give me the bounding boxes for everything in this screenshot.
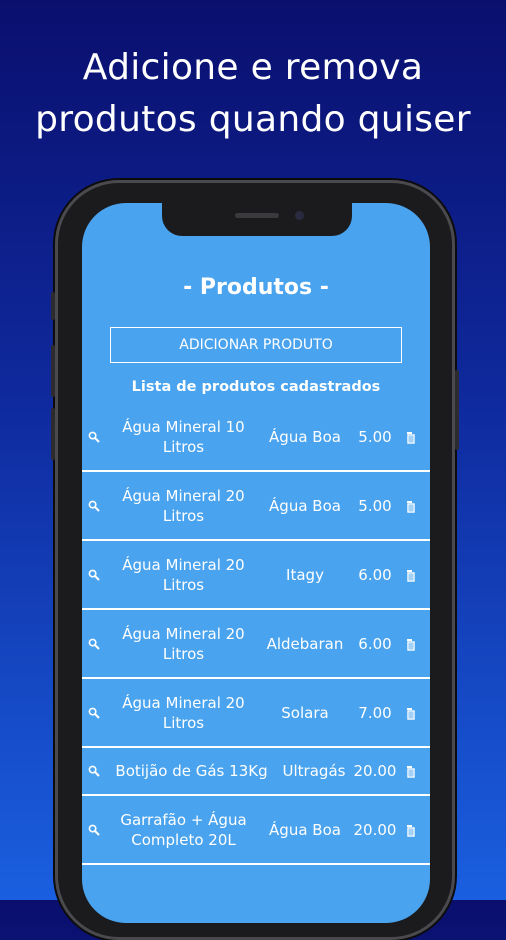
phone-frame: - Produtos - ADICIONAR PRODUTO Lista de … (51, 180, 459, 940)
product-name: Água Mineral 20 Litros (122, 624, 245, 663)
headline-line-2: produtos quando quiser (35, 99, 471, 140)
product-price: 20.00 (353, 820, 397, 839)
product-row: Garrafão + Água Completo 20L Água Boa 20.… (82, 796, 430, 865)
volume-down-button (51, 408, 55, 460)
product-row: Água Mineral 20 Litros Solara 7.00 (82, 679, 430, 748)
product-price: 5.00 (358, 427, 392, 446)
headline-line-1: Adicione e remova (82, 47, 424, 88)
search-icon[interactable] (82, 431, 106, 443)
product-list: Água Mineral 10 Litros Água Boa 5.00 Água… (82, 403, 430, 865)
speaker-grille (235, 213, 279, 218)
product-name: Água Mineral 20 Litros (122, 693, 245, 732)
product-brand: Água Boa (269, 496, 341, 515)
delete-icon[interactable] (401, 499, 423, 513)
search-icon[interactable] (82, 824, 106, 836)
search-icon[interactable] (82, 500, 106, 512)
delete-icon[interactable] (401, 823, 423, 837)
volume-up-button (51, 345, 55, 397)
product-brand: Água Boa (269, 820, 341, 839)
list-heading: Lista de produtos cadastrados (131, 379, 381, 395)
promo-headline: Adicione e remova produtos quando quiser (0, 42, 506, 146)
product-row: Água Mineral 20 Litros Aldebaran 6.00 (82, 610, 430, 679)
product-price: 7.00 (358, 703, 392, 722)
search-icon[interactable] (82, 569, 106, 581)
page-title: - Produtos - (183, 275, 329, 300)
delete-icon[interactable] (401, 430, 423, 444)
add-product-button[interactable]: ADICIONAR PRODUTO (110, 327, 402, 363)
product-price: 20.00 (353, 762, 397, 780)
mute-switch (51, 292, 55, 320)
product-row: Água Mineral 10 Litros Água Boa 5.00 (82, 403, 430, 472)
product-row: Água Mineral 20 Litros Itagy 6.00 (82, 541, 430, 610)
product-price: 6.00 (358, 565, 392, 584)
product-name: Garrafão + Água Completo 20L (120, 810, 247, 849)
power-button (455, 370, 459, 450)
product-price: 5.00 (358, 496, 392, 515)
front-camera (295, 211, 304, 220)
delete-icon[interactable] (401, 706, 423, 720)
phone-notch (162, 203, 352, 236)
search-icon[interactable] (82, 707, 106, 719)
product-row: Água Mineral 20 Litros Água Boa 5.00 (82, 472, 430, 541)
product-brand: Itagy (286, 565, 324, 584)
product-price: 6.00 (358, 634, 392, 653)
delete-icon[interactable] (401, 764, 423, 778)
delete-icon[interactable] (401, 637, 423, 651)
search-icon[interactable] (82, 765, 106, 777)
product-name: Botijão de Gás 13Kg (115, 762, 268, 780)
delete-icon[interactable] (401, 568, 423, 582)
product-brand: Solara (281, 703, 329, 722)
product-name: Água Mineral 20 Litros (122, 486, 245, 525)
app-screen: - Produtos - ADICIONAR PRODUTO Lista de … (82, 203, 430, 923)
search-icon[interactable] (82, 638, 106, 650)
product-row: Botijão de Gás 13Kg Ultragás 20.00 (82, 748, 430, 796)
product-brand: Ultragás (282, 762, 346, 780)
product-name: Água Mineral 10 Litros (122, 417, 245, 456)
product-brand: Aldebaran (266, 634, 344, 653)
product-name: Água Mineral 20 Litros (122, 555, 245, 594)
product-brand: Água Boa (269, 427, 341, 446)
